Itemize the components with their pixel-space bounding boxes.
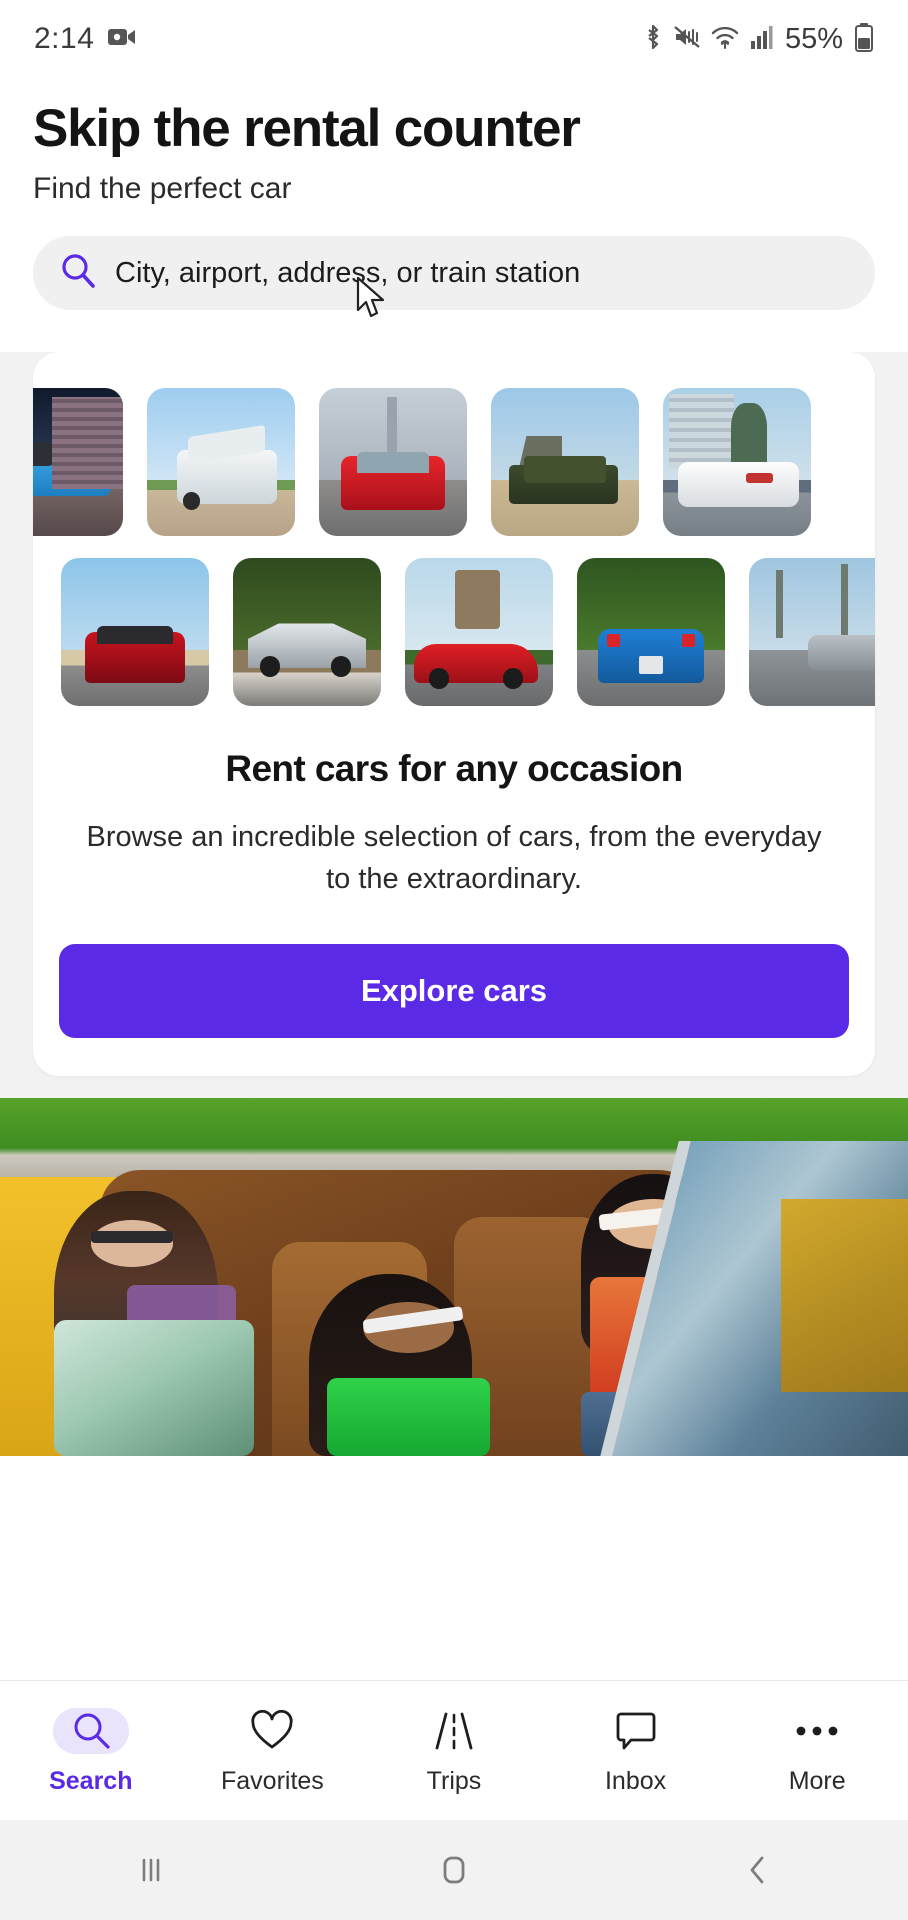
page-subtitle: Find the perfect car: [33, 172, 292, 206]
bluetooth-icon: [643, 23, 663, 56]
car-thumbnail[interactable]: [577, 558, 725, 707]
car-thumbnail[interactable]: [33, 388, 123, 537]
car-thumbnail[interactable]: [319, 388, 467, 537]
nav-item-search[interactable]: Search: [0, 1705, 182, 1796]
nav-item-inbox[interactable]: Inbox: [545, 1705, 727, 1796]
battery-icon: [854, 22, 874, 57]
car-thumbnail-row-2[interactable]: [61, 558, 875, 707]
search-section: City, airport, address, or train station: [0, 206, 908, 337]
explore-cars-button[interactable]: Explore cars: [59, 944, 849, 1039]
search-icon: [59, 252, 97, 295]
scroll-body: Rent cars for any occasion Browse an inc…: [0, 352, 908, 1457]
nav-label: Trips: [426, 1767, 482, 1795]
nav-item-more[interactable]: More: [726, 1705, 908, 1796]
hero-photo[interactable]: [0, 1098, 908, 1457]
search-icon: [52, 1705, 129, 1757]
recents-icon[interactable]: [0, 1853, 303, 1887]
search-placeholder: City, airport, address, or train station: [115, 256, 581, 289]
car-thumbnail[interactable]: [749, 558, 875, 707]
status-bar-right: 55%: [643, 22, 874, 57]
phone-screen: 2:14 55% Skip the rental counter Find th…: [0, 0, 908, 1920]
bottom-navigation: Search Favorites Trips Inbox More: [0, 1680, 908, 1820]
status-bar: 2:14 55%: [0, 0, 908, 78]
cellular-signal-icon: [750, 24, 774, 55]
car-thumbnail[interactable]: [233, 558, 381, 707]
car-thumbnail[interactable]: [147, 388, 295, 537]
car-thumbnail[interactable]: [61, 558, 209, 707]
road-icon: [432, 1705, 476, 1757]
back-icon[interactable]: [605, 1852, 908, 1888]
chat-bubble-icon: [615, 1705, 657, 1757]
wifi-icon: [711, 24, 739, 55]
page-header: Skip the rental counter Find the perfect…: [0, 78, 908, 207]
nav-label: Search: [49, 1767, 133, 1795]
home-icon[interactable]: [303, 1851, 606, 1889]
status-bar-left: 2:14: [34, 22, 136, 56]
car-thumbnail[interactable]: [663, 388, 811, 537]
search-input[interactable]: City, airport, address, or train station: [33, 236, 875, 311]
car-thumbnail-row-1[interactable]: [33, 388, 875, 537]
battery-percent-label: 55%: [784, 22, 843, 55]
promo-heading: Rent cars for any occasion: [225, 748, 683, 790]
nav-label: More: [788, 1767, 846, 1795]
status-bar-clock: 2:14: [34, 22, 95, 55]
android-system-navigation: [0, 1820, 908, 1920]
nav-item-trips[interactable]: Trips: [363, 1705, 545, 1796]
page-title: Skip the rental counter: [33, 99, 581, 158]
car-thumbnail[interactable]: [405, 558, 553, 707]
video-camera-icon: [108, 27, 136, 52]
promo-body: Browse an incredible selection of cars, …: [86, 821, 822, 896]
car-thumbnail[interactable]: [491, 388, 639, 537]
heart-icon: [250, 1705, 294, 1757]
nav-label: Favorites: [220, 1767, 324, 1795]
promo-card: Rent cars for any occasion Browse an inc…: [33, 352, 875, 1077]
nav-item-favorites[interactable]: Favorites: [182, 1705, 364, 1796]
nav-label: Inbox: [604, 1767, 667, 1795]
mute-icon: [674, 24, 700, 55]
ellipsis-icon: [793, 1705, 841, 1757]
